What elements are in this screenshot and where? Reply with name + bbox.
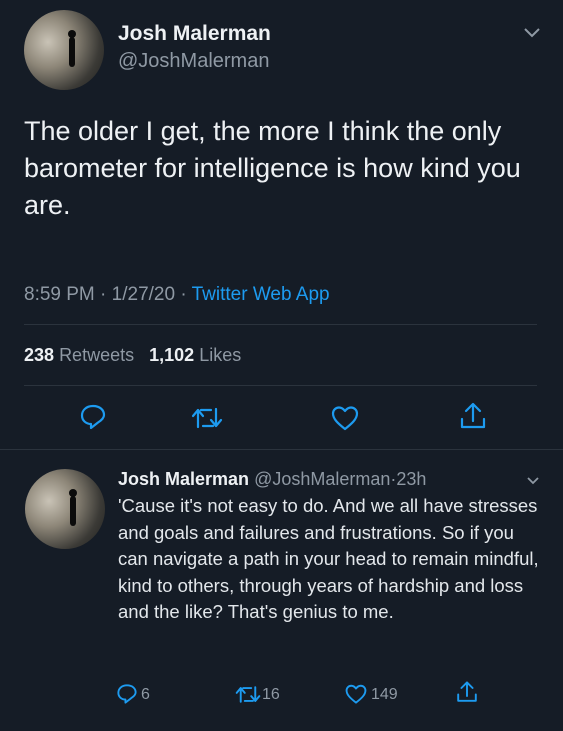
retweet-icon[interactable] [191, 405, 223, 431]
likes-label: Likes [199, 345, 242, 365]
reply-header: Josh Malerman @JoshMalerman·23h [118, 469, 426, 490]
tweet-stats: 238 Retweets 1,102 Likes [24, 345, 241, 366]
meta-separator: · [180, 284, 187, 305]
reply-author-handle[interactable]: @JoshMalerman [254, 469, 390, 489]
retweet-count: 16 [262, 686, 280, 703]
likes-stat[interactable]: 1,102 Likes [149, 345, 241, 365]
tweet-source[interactable]: Twitter Web App [192, 284, 330, 305]
share-icon[interactable] [458, 401, 488, 431]
like-count: 149 [371, 686, 398, 703]
reply-text: 'Cause it's not easy to do. And we all h… [118, 495, 539, 622]
chevron-down-icon[interactable] [523, 27, 541, 39]
tweet-text: The older I get, the more I think the on… [24, 116, 521, 220]
author-handle[interactable]: @JoshMalerman [118, 50, 269, 73]
retweets-label: Retweets [59, 345, 135, 365]
tweet-time[interactable]: 8:59 PM [24, 284, 95, 305]
reply-avatar[interactable] [25, 469, 105, 549]
divider [24, 385, 537, 386]
author-name[interactable]: Josh Malerman [118, 22, 271, 46]
avatar[interactable] [24, 10, 104, 90]
like-icon[interactable] [330, 404, 360, 432]
divider [0, 449, 563, 450]
reply-icon[interactable] [116, 683, 138, 705]
retweets-stat[interactable]: 238 Retweets [24, 345, 134, 365]
likes-count: 1,102 [149, 345, 195, 365]
reply-count: 6 [141, 686, 150, 703]
tweet-meta: 8:59 PM · 1/27/20 · Twitter Web App [24, 284, 330, 306]
meta-separator: · [100, 284, 107, 305]
reply-age[interactable]: 23h [396, 469, 426, 489]
chevron-down-icon[interactable] [526, 476, 540, 486]
divider [24, 324, 537, 325]
avatar-figure [69, 37, 75, 67]
reply-author-name[interactable]: Josh Malerman [118, 469, 249, 489]
share-icon[interactable] [455, 680, 479, 704]
like-icon[interactable] [344, 683, 368, 705]
reply-icon[interactable] [79, 403, 107, 431]
retweets-count: 238 [24, 345, 55, 365]
avatar-figure [70, 496, 76, 526]
retweet-icon[interactable] [235, 684, 261, 705]
tweet-date[interactable]: 1/27/20 [112, 284, 175, 305]
